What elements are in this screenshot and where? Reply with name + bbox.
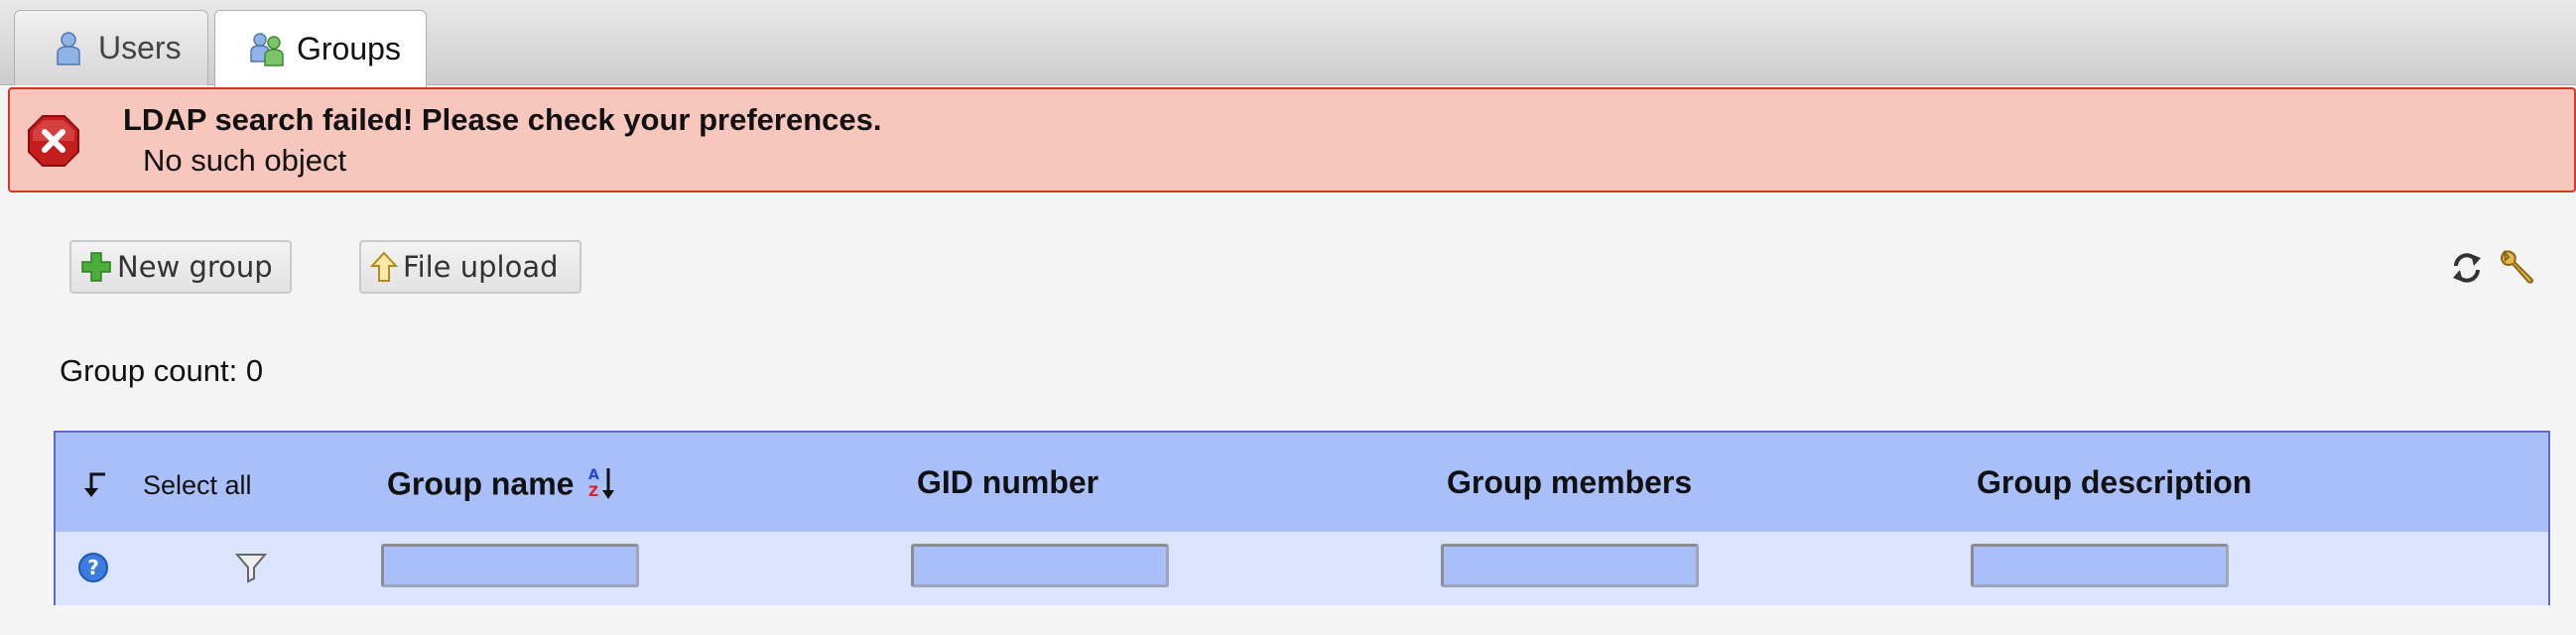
error-detail: No such object	[143, 143, 347, 178]
tab-users[interactable]: Users	[14, 10, 208, 85]
tab-users-label: Users	[98, 30, 182, 65]
svg-text:Z: Z	[588, 484, 598, 500]
error-message: LDAP search failed! Please check your pr…	[8, 87, 2576, 192]
wrench-icon[interactable]	[2497, 248, 2536, 288]
help-icon[interactable]: ?	[77, 552, 109, 588]
refresh-icon[interactable]	[2447, 248, 2487, 288]
group-count: Group count: 0	[60, 353, 264, 388]
new-group-label: New group	[117, 250, 273, 284]
upload-arrow-icon	[369, 251, 399, 282]
column-gid-number[interactable]: GID number	[917, 464, 1098, 501]
svg-text:?: ?	[87, 556, 99, 579]
plus-icon	[81, 252, 111, 282]
user-icon	[49, 29, 88, 68]
filter-icon[interactable]	[234, 550, 268, 588]
filter-gid-number-input[interactable]	[911, 544, 1169, 587]
error-icon	[26, 113, 81, 169]
select-all-arrow-icon[interactable]	[81, 468, 109, 498]
svg-text:A: A	[588, 467, 599, 483]
filter-group-name-input[interactable]	[381, 544, 639, 587]
column-group-name[interactable]: Group name A Z	[387, 464, 616, 508]
column-group-name-label: Group name	[387, 465, 575, 502]
filter-group-members-input[interactable]	[1441, 544, 1699, 587]
select-all-link[interactable]: Select all	[143, 470, 252, 501]
filter-row: ?	[56, 532, 2548, 605]
groups-table: Select all Group name A Z GID number Gro…	[54, 431, 2550, 605]
file-upload-button[interactable]: File upload	[359, 240, 581, 294]
file-upload-label: File upload	[403, 250, 559, 284]
filter-group-description-input[interactable]	[1971, 544, 2229, 587]
tab-groups-label: Groups	[297, 31, 401, 66]
column-group-description[interactable]: Group description	[1977, 464, 2252, 501]
tab-groups[interactable]: Groups	[214, 10, 427, 87]
tab-bar: Users Groups	[0, 0, 2576, 87]
column-group-members[interactable]: Group members	[1447, 464, 1692, 501]
sort-ascending-icon[interactable]: A Z	[586, 464, 616, 508]
error-title: LDAP search failed! Please check your pr…	[123, 102, 882, 137]
new-group-button[interactable]: New group	[69, 240, 292, 294]
table-header-row: Select all Group name A Z GID number Gro…	[56, 433, 2548, 532]
group-icon	[247, 30, 287, 69]
